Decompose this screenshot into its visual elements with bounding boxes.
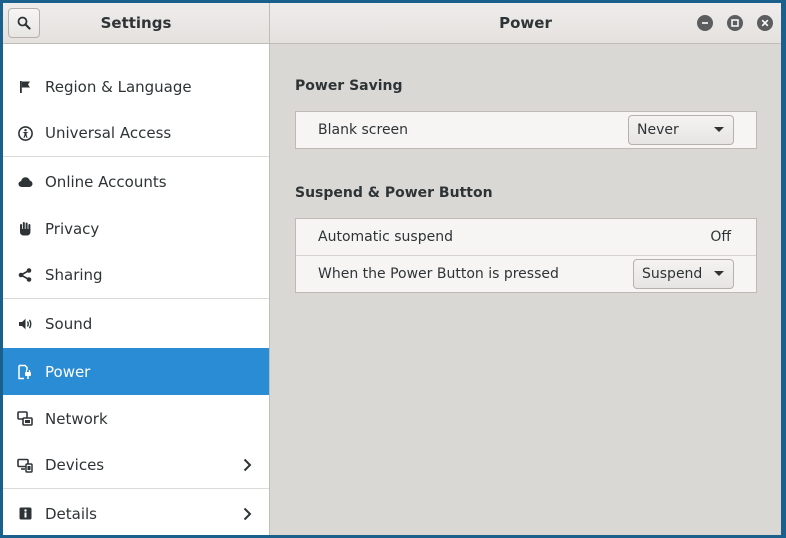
sidebar-item-sound[interactable]: Sound — [3, 300, 269, 347]
power-button-label: When the Power Button is pressed — [318, 266, 559, 282]
automatic-suspend-label: Automatic suspend — [318, 229, 453, 245]
maximize-icon — [731, 19, 739, 27]
blank-screen-dropdown[interactable]: Never — [628, 115, 734, 145]
close-icon — [761, 19, 769, 27]
dropdown-arrow-icon — [714, 271, 724, 276]
cloud-icon — [17, 174, 33, 190]
sidebar-item-label: Sound — [45, 314, 93, 333]
sidebar-item-label: Privacy — [45, 219, 100, 238]
automatic-suspend-value: Off — [710, 229, 731, 245]
network-icon — [17, 411, 33, 427]
sidebar-item-label: Details — [45, 504, 98, 523]
flag-icon — [17, 79, 33, 95]
power-saving-heading: Power Saving — [295, 78, 403, 94]
sidebar-item-power[interactable]: Power — [3, 348, 269, 395]
sidebar-title: Settings — [100, 14, 172, 32]
power-plug-icon — [17, 364, 33, 380]
panel-header: Power — [270, 3, 781, 43]
automatic-suspend-row[interactable]: Automatic suspend Off — [296, 219, 756, 255]
search-icon — [17, 16, 31, 30]
share-icon — [17, 267, 33, 283]
sidebar-item-label: Devices — [45, 456, 105, 474]
sidebar-item-region-language[interactable]: Region & Language — [3, 63, 269, 110]
blank-screen-label: Blank screen — [318, 122, 409, 138]
sidebar-item-sharing[interactable]: Sharing — [3, 252, 269, 299]
close-button[interactable] — [757, 15, 773, 31]
chevron-right-icon — [243, 507, 252, 520]
minimize-button[interactable] — [697, 15, 713, 31]
suspend-heading: Suspend & Power Button — [295, 185, 493, 201]
power-button-value: Suspend — [642, 266, 703, 282]
blank-screen-value: Never — [637, 122, 679, 138]
settings-sidebar: Region & Language Universal Access Onlin… — [3, 44, 270, 535]
sidebar-item-privacy[interactable]: Privacy — [3, 205, 269, 252]
maximize-button[interactable] — [727, 15, 743, 31]
header-bar: Settings Power — [3, 3, 781, 44]
info-icon — [17, 506, 33, 522]
settings-window: Settings Power Region & Language Univers… — [3, 3, 781, 535]
dropdown-arrow-icon — [714, 127, 724, 132]
sidebar-item-label: Universal Access — [45, 124, 172, 142]
speaker-icon — [17, 316, 33, 332]
sidebar-item-label: Region & Language — [45, 77, 192, 96]
sidebar-item-online-accounts[interactable]: Online Accounts — [3, 158, 269, 205]
sidebar-item-label: Sharing — [45, 266, 103, 284]
chevron-right-icon — [243, 458, 252, 472]
power-saving-list: Blank screen Never — [295, 111, 757, 149]
hand-icon — [17, 221, 33, 237]
sidebar-item-label: Power — [45, 362, 91, 381]
sidebar-item-label: Network — [45, 409, 108, 428]
blank-screen-row: Blank screen Never — [296, 112, 756, 148]
sidebar-item-details[interactable]: Details — [3, 490, 269, 535]
power-button-dropdown[interactable]: Suspend — [633, 259, 734, 289]
power-button-row: When the Power Button is pressed Suspend — [296, 255, 756, 292]
sidebar-item-universal-access[interactable]: Universal Access — [3, 110, 269, 157]
sidebar-item-label: Online Accounts — [45, 172, 167, 191]
devices-icon — [17, 457, 33, 473]
suspend-list: Automatic suspend Off When the Power But… — [295, 218, 757, 293]
sidebar-item-devices[interactable]: Devices — [3, 442, 269, 489]
sidebar-header: Settings — [3, 3, 270, 43]
minimize-icon — [702, 22, 708, 24]
power-panel: Power Saving Blank screen Never Suspend … — [270, 44, 781, 535]
sidebar-item-network[interactable]: Network — [3, 395, 269, 442]
search-button[interactable] — [8, 8, 40, 38]
accessibility-icon — [17, 125, 33, 141]
